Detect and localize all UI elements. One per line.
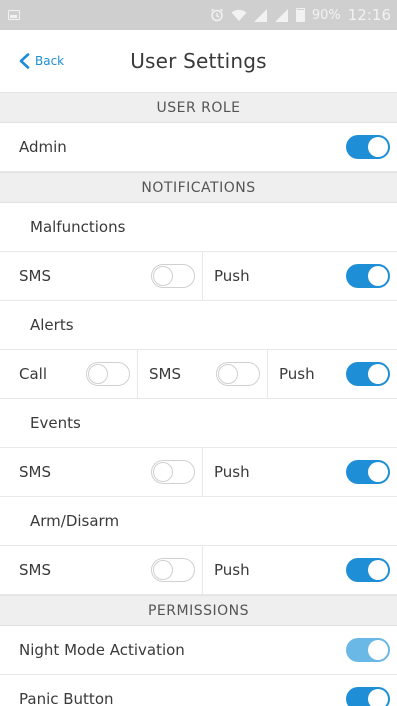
admin-label: Admin xyxy=(19,138,67,156)
alerts-call-cell: Call xyxy=(0,350,137,398)
toggle-knob xyxy=(153,266,173,286)
alerts-sms-cell: SMS xyxy=(137,350,267,398)
toggle-knob xyxy=(368,689,388,706)
malfunctions-row: SMS Push xyxy=(0,252,397,301)
toggle-knob xyxy=(153,560,173,580)
toggle-knob xyxy=(368,266,388,286)
arm-disarm-sms-cell: SMS xyxy=(0,546,202,594)
alarm-icon xyxy=(210,8,224,22)
toggle-knob xyxy=(88,364,108,384)
panic-button-row: Panic Button xyxy=(0,675,397,706)
events-title: Events xyxy=(0,399,397,448)
malfunctions-sms-cell: SMS xyxy=(0,252,202,300)
malfunctions-push-label: Push xyxy=(214,267,250,285)
arm-disarm-row: SMS Push xyxy=(0,546,397,595)
malfunctions-sms-toggle[interactable] xyxy=(151,264,195,288)
malfunctions-title: Malfunctions xyxy=(0,203,397,252)
alerts-push-label: Push xyxy=(279,365,315,383)
toggle-knob xyxy=(368,462,388,482)
back-button[interactable]: Back xyxy=(18,53,64,69)
alerts-call-toggle[interactable] xyxy=(86,362,130,386)
events-sms-cell: SMS xyxy=(0,448,202,496)
toggle-knob xyxy=(153,462,173,482)
toggle-knob xyxy=(368,137,388,157)
malfunctions-push-toggle[interactable] xyxy=(346,264,390,288)
section-header-notifications: NOTIFICATIONS xyxy=(0,172,397,203)
toggle-knob xyxy=(368,364,388,384)
night-mode-row: Night Mode Activation xyxy=(0,626,397,675)
status-bar: 90% 12:16 xyxy=(0,0,397,30)
toggle-knob xyxy=(368,640,388,660)
page-title: User Settings xyxy=(130,49,267,73)
gallery-notification-icon xyxy=(8,10,20,20)
alerts-title: Alerts xyxy=(0,301,397,350)
chevron-left-icon xyxy=(19,53,30,69)
arm-disarm-sms-label: SMS xyxy=(19,561,51,579)
panic-button-label: Panic Button xyxy=(19,690,114,706)
events-row: SMS Push xyxy=(0,448,397,497)
events-sms-toggle[interactable] xyxy=(151,460,195,484)
alerts-sms-label: SMS xyxy=(149,365,181,383)
alerts-sms-toggle[interactable] xyxy=(216,362,260,386)
admin-toggle[interactable] xyxy=(346,135,390,159)
toggle-knob xyxy=(368,560,388,580)
clock: 12:16 xyxy=(347,6,391,24)
arm-disarm-title: Arm/Disarm xyxy=(0,497,397,546)
arm-disarm-push-cell: Push xyxy=(202,546,397,594)
section-header-permissions: PERMISSIONS xyxy=(0,595,397,626)
toggle-knob xyxy=(218,364,238,384)
events-push-toggle[interactable] xyxy=(346,460,390,484)
arm-disarm-sms-toggle[interactable] xyxy=(151,558,195,582)
back-label: Back xyxy=(35,54,65,68)
malfunctions-push-cell: Push xyxy=(202,252,397,300)
events-push-cell: Push xyxy=(202,448,397,496)
arm-disarm-push-label: Push xyxy=(214,561,250,579)
panic-button-toggle[interactable] xyxy=(346,687,390,706)
arm-disarm-push-toggle[interactable] xyxy=(346,558,390,582)
battery-percentage: 90% xyxy=(311,7,341,23)
alerts-push-toggle[interactable] xyxy=(346,362,390,386)
night-mode-toggle[interactable] xyxy=(346,638,390,662)
section-header-user-role: USER ROLE xyxy=(0,92,397,123)
alerts-call-label: Call xyxy=(19,365,48,383)
alerts-push-cell: Push xyxy=(267,350,397,398)
battery-icon xyxy=(295,8,305,22)
cell-signal-secondary-icon xyxy=(274,8,289,22)
malfunctions-sms-label: SMS xyxy=(19,267,51,285)
admin-row: Admin xyxy=(0,123,397,172)
navigation-bar: Back User Settings xyxy=(0,30,397,92)
events-push-label: Push xyxy=(214,463,250,481)
events-sms-label: SMS xyxy=(19,463,51,481)
cell-signal-icon xyxy=(253,8,268,22)
night-mode-label: Night Mode Activation xyxy=(19,641,185,659)
wifi-icon xyxy=(231,9,247,22)
alerts-row: Call SMS Push xyxy=(0,350,397,399)
